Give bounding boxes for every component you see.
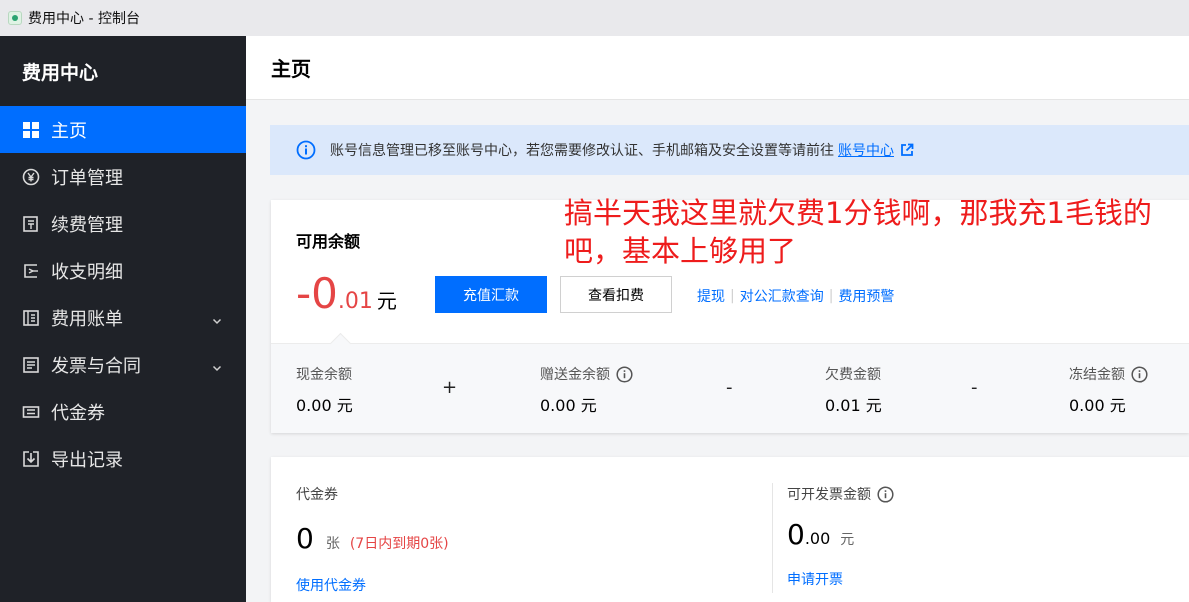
link-separator: | [828,288,834,304]
invoice-unit: 元 [840,532,855,548]
plus-operator: + [442,377,458,398]
invoice-amount-dec: .00 [804,529,831,548]
link-separator: | [730,288,735,304]
balance-dec: .01 [337,289,373,314]
view-deduction-button[interactable]: 查看扣费 [560,276,672,313]
page-title: 主页 [246,36,1189,100]
frozen-value: 0.00 元 [1069,396,1126,415]
sidebar-item-bills[interactable]: 费用账单 [0,294,246,341]
gift-balance-label: 赠送金余额 [540,367,610,383]
export-icon [22,450,40,468]
notice-banner: 账号信息管理已移至账号中心，若您需要修改认证、手机邮箱及安全设置等请前往 账号中… [270,125,1189,175]
cash-balance-value: 0.00 元 [296,396,353,415]
voucher-expire-note: (7日内到期0张) [349,536,449,552]
gift-balance-value: 0.00 元 [540,396,597,415]
sidebar-item-vouchers[interactable]: 代金券 [0,388,246,435]
grid-icon [22,121,40,139]
sidebar-item-label: 订单管理 [51,167,123,189]
main-content: 主页 账号信息管理已移至账号中心，若您需要修改认证、手机邮箱及安全设置等请前往 … [246,36,1189,602]
cash-balance: 现金余额 0.00 元 [296,364,353,416]
invoice-section: 可开发票金额 0 .00 元 申请开票 [787,484,894,589]
withdraw-link[interactable]: 提现 [697,286,725,306]
arrears-label: 欠费金额 [825,367,881,383]
minus-operator: - [726,377,733,398]
account-center-link[interactable]: 账号中心 [838,140,894,160]
balance-unit: 元 [376,289,397,313]
external-link-icon[interactable] [900,143,914,157]
sidebar-item-transactions[interactable]: 收支明细 [0,247,246,294]
voucher-unit: 张 [325,536,340,552]
bill-icon [22,309,40,327]
window-titlebar: 费用中心 - 控制台 [0,0,1189,36]
cash-balance-label: 现金余额 [296,367,352,383]
voucher-invoice-card: 代金券 0 张 (7日内到期0张) 使用代金券 可开发票金额 0 .00 元 申… [271,457,1189,602]
sidebar: 费用中心 主页 订单管理 续费管理 收支明细 费用账单 发票与合同 代金券 导出… [0,36,246,602]
sidebar-item-label: 主页 [51,120,87,142]
window-title: 费用中心 - 控制台 [28,11,140,27]
info-icon[interactable] [877,485,894,503]
notice-text: 账号信息管理已移至账号中心，若您需要修改认证、手机邮箱及安全设置等请前往 [330,143,834,159]
chevron-down-icon [212,357,222,378]
sidebar-item-label: 收支明细 [51,261,123,283]
balance-breakdown: 现金余额 0.00 元 + 赠送金余额 0.00 元 - 欠费金额 0.01 元… [271,343,1189,433]
frozen-label: 冻结金额 [1069,367,1125,383]
sidebar-item-label: 发票与合同 [51,355,141,377]
frozen-amount: 冻结金额 0.00 元 [1069,364,1148,416]
info-icon[interactable] [616,365,633,383]
detail-icon [22,262,40,280]
available-balance-amount: -0 .01 元 [296,270,397,318]
sidebar-item-renewal[interactable]: 续费管理 [0,200,246,247]
voucher-count: 0 [296,522,314,555]
balance-links: 提现 | 对公汇款查询 | 费用预警 [697,286,894,306]
sidebar-item-label: 费用账单 [51,308,123,330]
available-balance-label: 可用余额 [296,232,361,251]
corporate-transfer-query-link[interactable]: 对公汇款查询 [740,286,824,306]
info-icon[interactable] [1131,365,1148,383]
gift-balance: 赠送金余额 0.00 元 [540,364,633,416]
minus-operator: - [971,377,978,398]
sidebar-item-invoices[interactable]: 发票与合同 [0,341,246,388]
annotation-text: 搞半天我这里就欠费1分钱啊，那我充1毛钱的吧，基本上够用了 [564,196,1152,268]
chevron-down-icon [212,310,222,331]
sidebar-item-orders[interactable]: 订单管理 [0,153,246,200]
sidebar-item-label: 代金券 [51,402,105,424]
voucher-icon [22,403,40,421]
arrears-amount: 欠费金额 0.01 元 [825,364,882,416]
arrears-value: 0.01 元 [825,396,882,415]
invoice-amount-int: 0 [787,518,805,551]
recharge-button[interactable]: 充值汇款 [435,276,547,313]
app-icon [8,11,22,25]
balance-int: -0 [296,269,338,318]
sidebar-item-home[interactable]: 主页 [0,106,246,153]
use-voucher-link[interactable]: 使用代金券 [296,575,449,595]
voucher-label: 代金券 [296,487,338,503]
sidebar-item-label: 导出记录 [51,449,123,471]
info-icon [296,140,316,160]
invoiceable-amount-label: 可开发票金额 [787,487,871,503]
yuan-circle-icon [22,168,40,186]
sidebar-item-label: 续费管理 [51,214,123,236]
renew-icon [22,215,40,233]
apply-invoice-link[interactable]: 申请开票 [787,569,894,589]
divider [772,483,773,593]
sidebar-item-export[interactable]: 导出记录 [0,435,246,482]
cost-alert-link[interactable]: 费用预警 [838,286,894,306]
voucher-section: 代金券 0 张 (7日内到期0张) 使用代金券 [296,484,449,595]
invoice-icon [22,356,40,374]
sidebar-brand: 费用中心 [22,61,99,84]
